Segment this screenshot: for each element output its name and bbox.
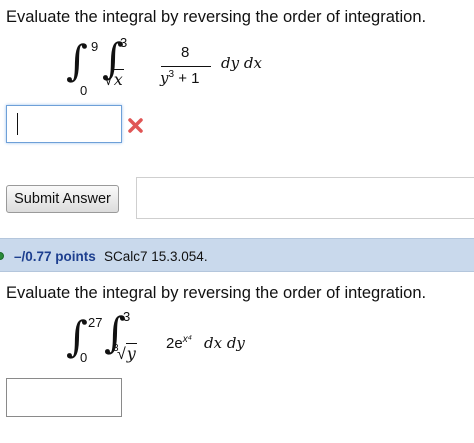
- status-dot-icon: [0, 252, 4, 260]
- outer-upper-limit: 27: [88, 315, 103, 330]
- question-reference: SCalc7 15.3.054.: [104, 249, 208, 264]
- inner-upper-limit: 3: [120, 35, 128, 50]
- numerator: 8: [181, 44, 190, 61]
- points-label[interactable]: –/0.77 points: [14, 249, 96, 264]
- fraction-bar: [161, 66, 211, 67]
- radicand: x: [112, 69, 124, 89]
- x-mark-icon: [128, 118, 143, 133]
- feedback-panel: [136, 177, 474, 219]
- submit-answer-button[interactable]: Submit Answer: [6, 185, 119, 213]
- radicand: y: [125, 343, 137, 363]
- differentials: dy dx: [221, 54, 262, 72]
- inner-lower-limit: √x: [104, 69, 124, 89]
- integrand: 2ex⁴: [166, 334, 193, 352]
- inner-lower-limit: √y: [117, 343, 137, 363]
- answer-input-1[interactable]: [6, 105, 122, 143]
- question-2-header: –/0.77 points SCalc7 15.3.054.: [0, 238, 474, 272]
- question-1-prompt: Evaluate the integral by reversing the o…: [6, 8, 427, 26]
- outer-upper-limit: 9: [91, 39, 99, 54]
- differentials: dx dy: [204, 334, 245, 352]
- answer-input-2[interactable]: [6, 378, 122, 417]
- question-2-prompt: Evaluate the integral by reversing the o…: [6, 284, 427, 302]
- outer-lower-limit: 0: [80, 350, 88, 365]
- outer-integral-sign: ∫: [66, 36, 88, 85]
- outer-lower-limit: 0: [80, 83, 88, 98]
- denominator: y3 + 1: [160, 69, 200, 87]
- text-caret: [17, 113, 18, 135]
- inner-upper-limit: 3: [123, 309, 131, 324]
